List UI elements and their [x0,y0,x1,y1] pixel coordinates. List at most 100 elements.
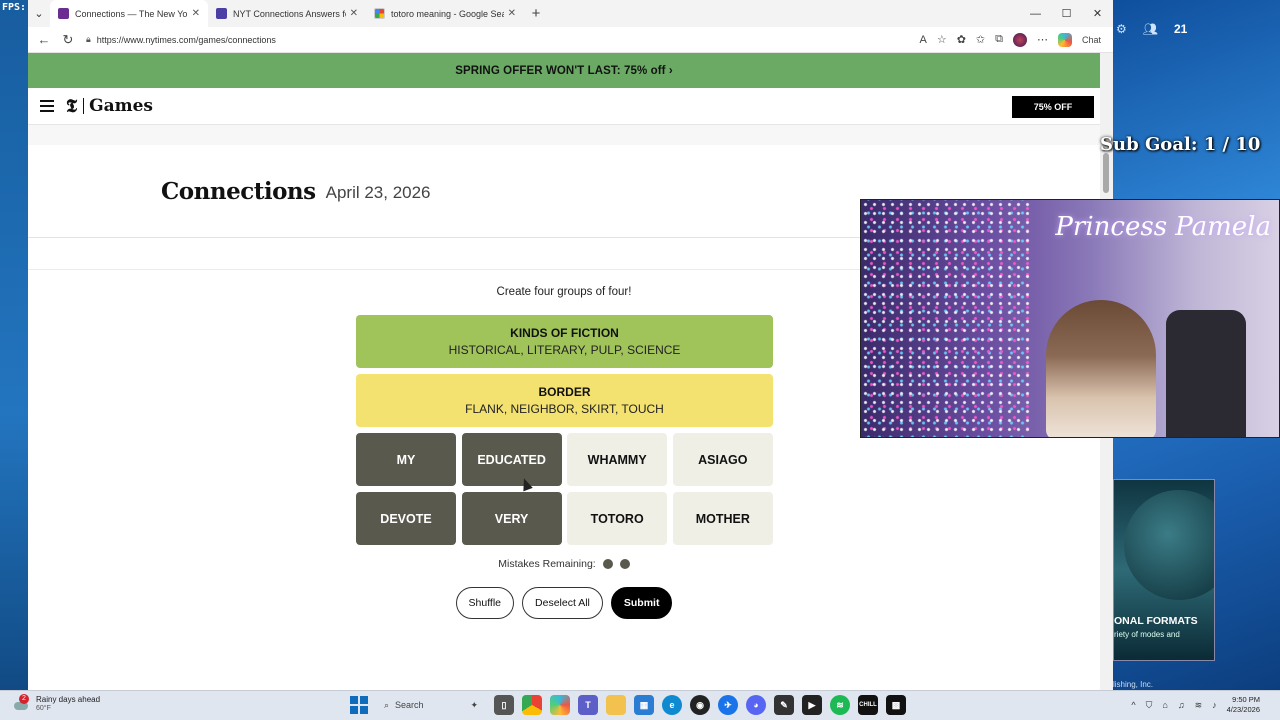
chrome-icon[interactable] [522,695,542,715]
volume-icon[interactable]: ♪ [1212,700,1217,710]
search-icon: ⌕ [384,699,390,710]
fps-counter: FPS: [2,2,27,13]
grid-app-icon[interactable]: ▩ [886,695,906,715]
search-placeholder: Search [395,700,424,710]
page-title: Connections [161,177,316,205]
terminal-icon[interactable]: ▶ [802,695,822,715]
network-icon[interactable]: ⌂ [1162,700,1167,710]
group-title: KINDS OF FICTION [510,326,619,340]
wifi-icon[interactable]: ≋ [1195,700,1203,711]
logo-text: Games [89,96,153,116]
scrollbar-thumb[interactable] [1103,153,1109,193]
minimize-icon[interactable]: — [1020,0,1051,27]
tab-title: Connections — The New York Tim [75,8,188,19]
tab-bar: ⌄ Connections — The New York Tim ✕ NYT C… [28,0,1113,27]
word-tile[interactable]: MY [356,433,456,486]
windows-start-icon[interactable] [350,696,368,714]
word-tile[interactable]: WHAMMY [567,433,668,486]
mistake-dot [619,559,630,569]
url-field[interactable]: 🔒︎ https://www.nytimes.com/games/connect… [86,34,919,45]
nyt-games-logo[interactable]: 𝕿 Games [66,96,153,117]
weather-widget[interactable]: 2 Rainy days ahead 60°F [14,693,101,712]
fairy-lights-backdrop [861,200,1031,437]
weather-temp: 60°F [36,705,51,712]
streamer-figure [1046,300,1156,437]
file-explorer-icon[interactable] [606,695,626,715]
tab-title: NYT Connections Answers for Apr [233,8,346,19]
task-view-icon[interactable]: ▯ [494,695,514,715]
nyt-favicon-icon [58,8,69,19]
nyt-t-logo-icon: 𝕿 [66,95,78,117]
tab-close-icon[interactable]: ✕ [508,8,516,19]
solved-group: BORDER FLANK, NEIGHBOR, SKIRT, TOUCH [356,374,773,427]
mistake-dot [602,559,613,569]
obs-icon[interactable]: ◉ [690,695,710,715]
weather-badge: 2 [19,693,29,704]
url-text: https://www.nytimes.com/games/connection… [96,34,276,45]
stream-app-icon[interactable]: CHILL [858,695,878,715]
word-tile[interactable]: EDUCATED [461,433,562,486]
tray-overflow-icon[interactable]: ^ [1131,700,1135,710]
tab-close-icon[interactable]: ✕ [192,8,200,19]
shuffle-button[interactable]: Shuffle [455,587,515,619]
lock-icon: 🔒︎ [86,34,91,44]
address-bar: ← ↻ 🔒︎ https://www.nytimes.com/games/con… [28,27,1113,53]
word-tile[interactable]: VERY [461,492,562,545]
close-window-icon[interactable]: ✕ [1082,0,1113,27]
microphone-icon[interactable]: ♫ [1178,700,1185,710]
weather-text: Rainy days ahead [36,695,101,704]
group-words: FLANK, NEIGHBOR, SKIRT, TOUCH [465,402,664,416]
tab-google-search[interactable]: totoro meaning - Google Search ✕ [366,0,524,27]
ad-globe-image [1124,490,1214,600]
submit-button[interactable]: Submit [610,587,673,619]
word-tile[interactable]: TOTORO [567,492,668,545]
back-arrow-icon[interactable]: ← [32,32,56,47]
teams-icon[interactable]: T [578,695,598,715]
app-blue-icon[interactable]: ✈ [718,695,738,715]
deselect-all-button[interactable]: Deselect All [522,587,603,619]
ad-title: ONAL FORMATS [1114,615,1198,627]
collections-icon[interactable]: ⧉ [995,33,1003,46]
stream-ad-panel: ONAL FORMATS riety of modes and [1113,479,1215,661]
clock-time: 9:50 PM [1232,695,1260,704]
pen-tool-icon[interactable]: ✎ [774,695,794,715]
taskbar-search[interactable]: ⌕ Search ✦ [376,694,486,716]
new-tab-icon[interactable]: + [524,5,548,22]
hamburger-menu-icon[interactable] [40,100,54,112]
refresh-icon[interactable]: ↻ [56,32,80,48]
favorite-star-icon[interactable]: ☆ [937,33,947,46]
more-menu-icon[interactable]: ⋯ [1037,33,1048,46]
edge-icon[interactable]: e [662,695,682,715]
tab-actions-chevron-icon[interactable]: ⌄ [28,3,50,25]
read-aloud-icon[interactable]: A [919,34,926,46]
profile-avatar[interactable] [1012,32,1027,47]
promo-banner[interactable]: SPRING OFFER WON'T LAST: 75% off › [28,53,1100,88]
solved-group: KINDS OF FICTION HISTORICAL, LITERARY, P… [356,315,773,368]
discord-icon[interactable]: ◕ [746,695,766,715]
favorites-list-icon[interactable]: ✩ [976,33,985,46]
copilot-icon[interactable] [1057,32,1072,47]
viewers-icon: 👥︎ [1142,22,1158,36]
word-tile[interactable]: ASIAGO [672,433,773,486]
ad-subtitle: riety of modes and [1114,630,1180,639]
copilot-app-icon[interactable] [550,695,570,715]
gaming-chair [1166,310,1246,437]
tab-connections[interactable]: Connections — The New York Tim ✕ [50,0,208,27]
copilot-chat-label[interactable]: Chat [1082,35,1101,45]
tab-close-icon[interactable]: ✕ [350,8,358,19]
mistakes-remaining: Mistakes Remaining: [28,558,1100,570]
spotify-icon[interactable]: ≋ [830,695,850,715]
site-favicon-icon [216,8,227,19]
security-icon[interactable]: ⛉ [1146,700,1153,711]
extensions-icon[interactable]: ✿ [957,33,966,46]
clock[interactable]: 9:50 PM 4/23/2026 [1227,695,1260,715]
subscribe-offer-button[interactable]: 75% OFF [1012,96,1094,118]
google-favicon-icon [374,8,385,19]
word-tile[interactable]: MOTHER [672,492,773,545]
store-icon[interactable]: ▦ [634,695,654,715]
settings-gear-icon: ⚙ [1116,22,1127,36]
taskbar-apps: ⌕ Search ✦ ▯ T ▦ e ◉ ✈ ◕ ✎ ▶ ≋ CHILL ▩ [350,694,906,716]
word-tile[interactable]: DEVOTE [356,492,456,545]
maximize-icon[interactable]: ☐ [1051,0,1082,27]
tab-nyt-answers[interactable]: NYT Connections Answers for Apr ✕ [208,0,366,27]
